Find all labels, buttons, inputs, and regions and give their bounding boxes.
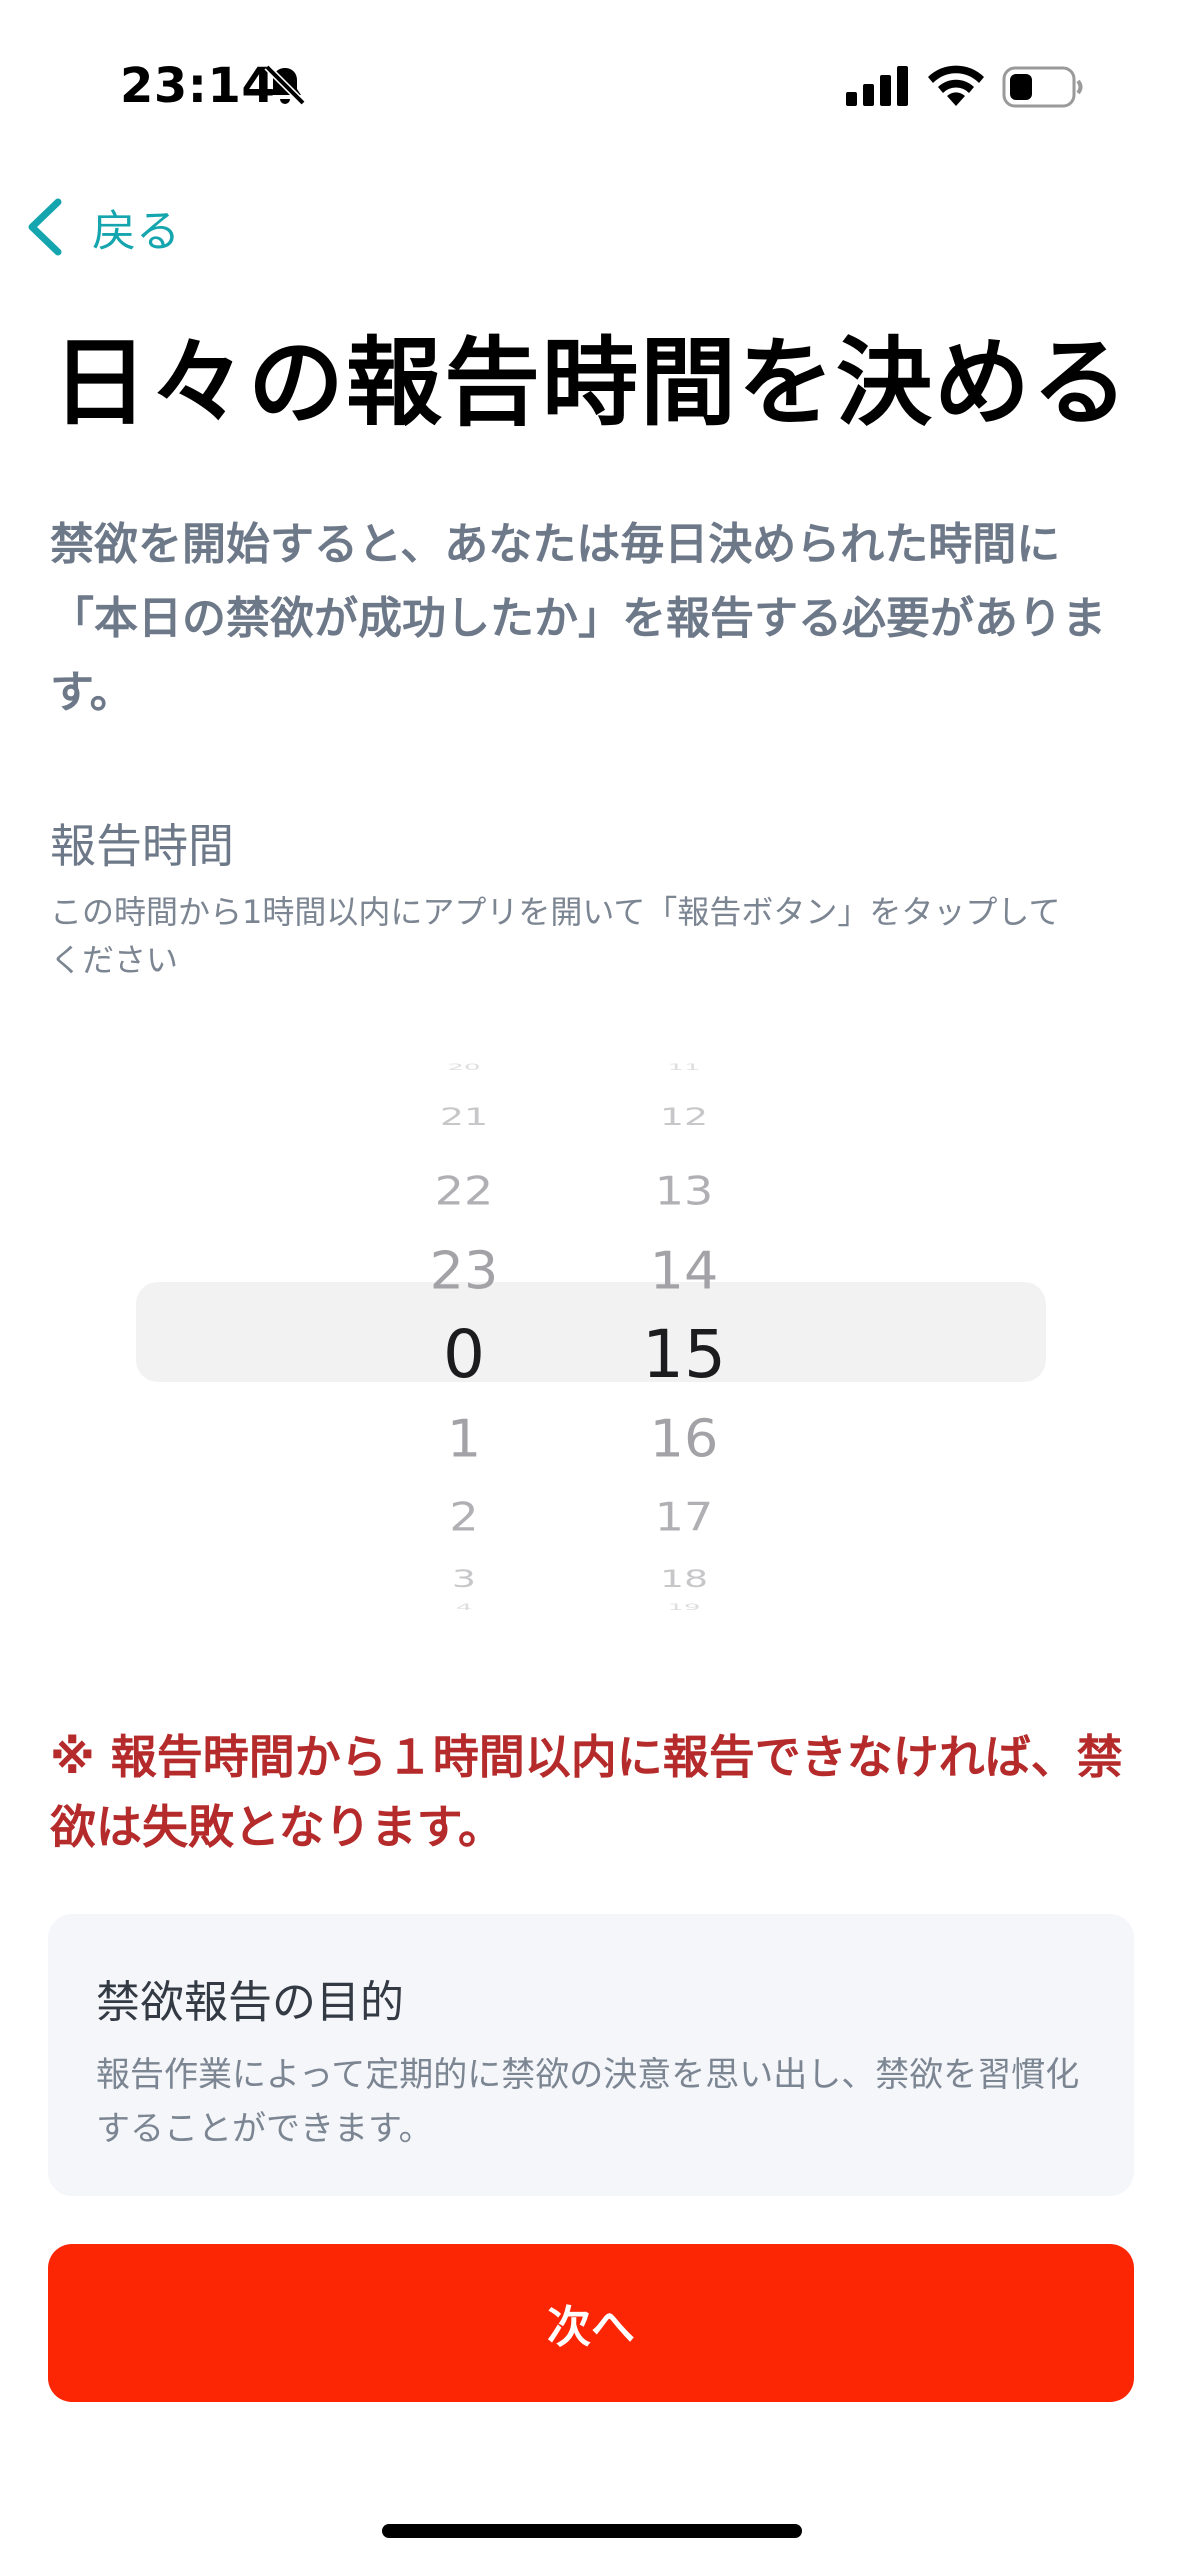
- back-button[interactable]: 戻る: [22, 192, 180, 262]
- minute-option[interactable]: 11: [594, 1062, 774, 1071]
- minute-option[interactable]: 19: [594, 1602, 774, 1611]
- purpose-card: 禁欲報告の目的 報告作業によって定期的に禁欲の決意を思い出し、禁欲を習慣化するこ…: [48, 1914, 1134, 2196]
- minute-option[interactable]: 14: [594, 1245, 774, 1297]
- hour-option[interactable]: 20: [374, 1062, 554, 1071]
- minute-option[interactable]: 17: [594, 1497, 774, 1536]
- hour-option[interactable]: 3: [374, 1567, 554, 1591]
- battery-icon: [1002, 66, 1083, 108]
- hour-option[interactable]: 23: [374, 1245, 554, 1297]
- report-time-heading: 報告時間: [50, 819, 234, 873]
- hour-option[interactable]: 2: [374, 1497, 554, 1536]
- home-indicator: [382, 2524, 802, 2538]
- next-button[interactable]: 次へ: [48, 2244, 1134, 2402]
- hour-wheel[interactable]: 20 21 22 23 0 1 2 3 4: [374, 1060, 554, 1611]
- warning-text: ※ 報告時間から１時間以内に報告できなければ、禁欲は失敗となります。: [50, 1730, 1123, 1854]
- minute-wheel[interactable]: 11 12 13 14 15 16 17 18 19: [594, 1060, 774, 1611]
- hour-option[interactable]: 4: [374, 1602, 554, 1611]
- minute-option-selected[interactable]: 15: [594, 1322, 774, 1388]
- chevron-left-icon: [28, 198, 62, 256]
- page-title: 日々の報告時間を決める: [52, 327, 1130, 439]
- minute-option[interactable]: 13: [594, 1171, 774, 1210]
- hour-option[interactable]: 22: [374, 1171, 554, 1210]
- picker-selection-highlight: [136, 1282, 1046, 1382]
- minute-option[interactable]: 18: [594, 1567, 774, 1591]
- purpose-body: 報告作業によって定期的に禁欲の決意を思い出し、禁欲を習慣化することができます。: [96, 2055, 1080, 2149]
- bell-slash-icon: [264, 64, 306, 106]
- minute-option[interactable]: 12: [594, 1105, 774, 1129]
- intro-text: 禁欲を開始すると、あなたは毎日決められた時間に「本日の禁欲が成功したか」を報告す…: [50, 519, 1106, 718]
- minute-option[interactable]: 16: [594, 1413, 774, 1465]
- wifi-icon: [928, 65, 984, 106]
- purpose-title: 禁欲報告の目的: [96, 1977, 404, 2028]
- time-picker[interactable]: 20 21 22 23 0 1 2 3 4 11 12 13 14 15 16 17 18 19: [136, 1060, 1048, 1612]
- report-time-subtext: この時間から1時間以内にアプリを開いて「報告ボタン」をタップしてください: [50, 893, 1061, 979]
- hour-option[interactable]: 1: [374, 1413, 554, 1465]
- back-label: 戻る: [92, 206, 180, 257]
- hour-option[interactable]: 21: [374, 1105, 554, 1129]
- cellular-signal-icon: [846, 66, 908, 106]
- hour-option-selected[interactable]: 0: [374, 1322, 554, 1388]
- status-time: 23:14: [120, 58, 276, 114]
